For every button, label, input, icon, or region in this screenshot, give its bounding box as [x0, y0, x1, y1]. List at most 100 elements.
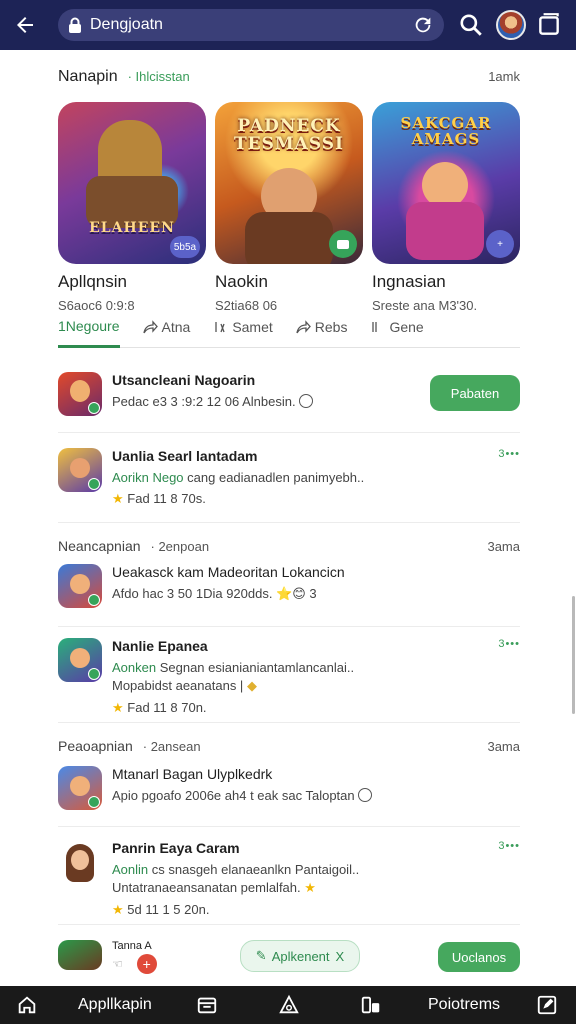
install-button[interactable]: Pabaten [430, 375, 520, 411]
hand-icon: ☜ [112, 957, 123, 971]
nav-label: Poiotrems [428, 996, 501, 1013]
group-header: Neancapnian · 2enpoan 3ama [58, 538, 520, 554]
item-title: Ueakasck kam Madeoritan Lokancicn [112, 564, 345, 580]
pencil-icon: ✎ [255, 948, 267, 963]
verified-badge [88, 668, 100, 680]
item-subtitle: Apio pgoafo 2006e ah4 t eak sac Taloptan [112, 788, 520, 803]
game-art: PADNECK TESMASSI [215, 102, 363, 264]
nav-library[interactable] [360, 986, 382, 1024]
browser-toolbar: Dengjoatn [0, 0, 576, 50]
card-title: Apllqnsin [58, 272, 127, 291]
item-rating: ★ 5d 11 1 5 20n. [112, 902, 210, 917]
item-title: Panrin Eaya Caram [112, 840, 240, 856]
library-icon [361, 996, 380, 1014]
section-more-link[interactable]: 1amk [488, 69, 520, 84]
tab-label: 1Negoure [58, 317, 120, 334]
app-icon [58, 564, 102, 608]
tab-3[interactable]: Samet [212, 312, 273, 342]
nav-home[interactable] [16, 986, 38, 1024]
star-icon: ★ [112, 902, 124, 917]
divider [58, 432, 520, 433]
more-options-button[interactable]: 3••• [498, 840, 520, 852]
home-icon [18, 996, 36, 1014]
update-button[interactable]: Uoclanos [438, 942, 520, 972]
avatar[interactable] [496, 10, 526, 40]
divider [58, 522, 520, 523]
game-art: SAKCGAR AMAGS + [372, 102, 520, 264]
tabs-icon[interactable] [536, 12, 562, 38]
nav-programs[interactable]: Poiotrems [428, 986, 500, 1024]
list-item[interactable]: Mtanarl Bagan Ulyplkedrk Apio pgoafo 200… [58, 766, 520, 810]
group-more-link[interactable]: 3ama [487, 739, 520, 754]
item-subtitle-2: Mopabidst aeanatans | ◆ [112, 678, 257, 693]
item-rating: ★ Fad 11 8 70s. [112, 491, 206, 506]
search-icon[interactable] [458, 12, 484, 38]
list-item[interactable]: Ueakasck kam Madeoritan Lokancicn Afdo h… [58, 564, 520, 608]
lock-icon [69, 17, 81, 33]
card-badge: 5b5a [170, 236, 200, 258]
nav-edit[interactable] [536, 986, 558, 1024]
share-icon [296, 320, 311, 334]
back-arrow-icon[interactable] [0, 0, 50, 50]
tab-label: Atna [161, 319, 191, 335]
item-subtitle: Aonken Segnan esianianiantamlancanlai.. [112, 660, 355, 675]
card-badge [329, 230, 357, 258]
address-bar[interactable]: Dengjoatn [58, 9, 444, 41]
chip-label: Aplkenent [271, 948, 330, 964]
section-title: Nanapin [58, 68, 118, 85]
list-item[interactable]: Nanlie Epanea Aonken Segnan esianianiant… [58, 638, 520, 716]
card-meta: Sreste ana M3'30. [372, 298, 478, 313]
verified-badge [88, 594, 100, 606]
featured-card[interactable]: ELAHEEN 5b5a Apllqnsin S6aoc6 0:9:8 [58, 102, 206, 313]
filter-tabs: 1Negoure Atna Samet Rebs Gene [58, 312, 520, 348]
more-options-button[interactable]: 3••• [498, 638, 520, 650]
group-subtitle: · 2ansean [142, 739, 201, 754]
nav-alerts[interactable] [278, 986, 300, 1024]
tab-4[interactable]: Rebs [295, 312, 348, 342]
tab-label: Gene [389, 319, 424, 335]
app-icon [58, 448, 102, 492]
verified-badge [88, 478, 100, 490]
more-options-button[interactable]: 3••• [498, 448, 520, 460]
group-more-link[interactable]: 3ama [487, 539, 520, 554]
scrollbar[interactable] [572, 596, 575, 714]
list-item[interactable]: Panrin Eaya Caram Aonlin cs snasgeh elan… [58, 840, 520, 918]
bottom-navigation: Appllkapin Poiotrems [0, 986, 576, 1024]
app-icon [58, 766, 102, 810]
item-rating: ★ Fad 11 8 70n. [112, 700, 207, 715]
divider [58, 826, 520, 827]
verified-badge [88, 796, 100, 808]
divider [58, 626, 520, 627]
group-title: Neancapnian [58, 538, 141, 554]
app-icon [58, 840, 102, 884]
text-icon [215, 322, 225, 333]
item-subtitle: Aonlin cs snasgeh elanaeanlkn Pantaigoil… [112, 862, 360, 877]
featured-card[interactable]: SAKCGAR AMAGS + Ingnasian Sreste ana M3'… [372, 102, 520, 313]
tab-5[interactable]: Gene [369, 312, 424, 342]
game-art: ELAHEEN 5b5a [58, 102, 206, 264]
game-logo: ELAHEEN [89, 220, 175, 236]
remove-icon[interactable]: + [136, 954, 157, 974]
divider [58, 722, 520, 723]
item-title: Uanlia Searl lantadam [112, 448, 258, 464]
reload-icon[interactable] [412, 14, 434, 36]
app-icon [58, 372, 102, 416]
nav-calendar[interactable] [196, 986, 218, 1024]
list-item[interactable]: Uanlia Searl lantadam Aorikn Nego cang e… [58, 448, 520, 507]
group-header: Peaoapnian · 2ansean 3ama [58, 738, 520, 754]
featured-card[interactable]: PADNECK TESMASSI Naokin S2tia68 06 [215, 102, 363, 313]
group-subtitle: · 2enpoan [150, 539, 210, 554]
calendar-icon [197, 997, 217, 1014]
tab-label: Rebs [314, 319, 348, 335]
verified-badge [88, 402, 100, 414]
added-chip[interactable]: ✎ Aplkenent X [240, 940, 360, 972]
share-icon [142, 320, 158, 334]
tab-1[interactable]: 1Negoure [58, 312, 120, 348]
divider [58, 924, 520, 925]
card-title: Naokin [215, 272, 268, 291]
close-icon[interactable]: X [336, 949, 345, 964]
tab-2[interactable]: Atna [142, 312, 191, 342]
nav-apps[interactable]: Appllkapin [78, 986, 152, 1024]
text-icon [372, 322, 378, 332]
item-title: Mtanarl Bagan Ulyplkedrk [112, 766, 273, 782]
